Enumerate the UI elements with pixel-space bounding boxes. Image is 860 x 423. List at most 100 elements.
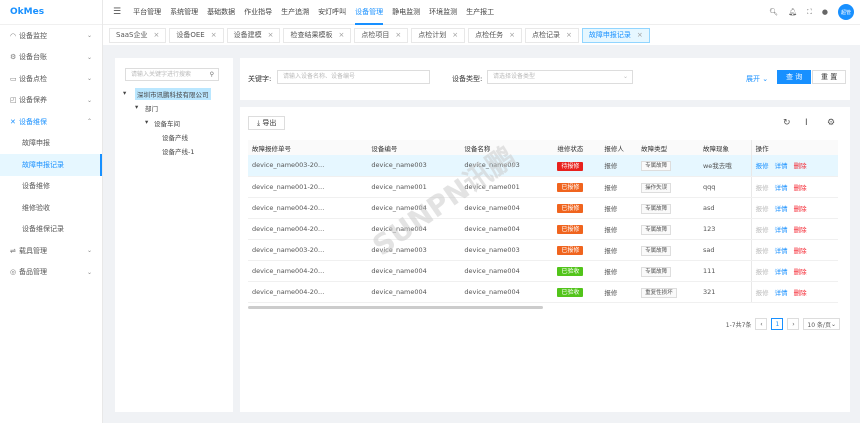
detail-link[interactable]: 详情 <box>775 247 788 255</box>
tab[interactable]: 点检任务 × <box>468 27 522 43</box>
top-nav-item[interactable]: 基础数据 <box>207 0 235 25</box>
report-link[interactable]: 报修 <box>756 289 769 297</box>
tab[interactable]: 设备OEE × <box>169 27 224 43</box>
table-row[interactable]: device_name003-20... device_name003 device… <box>248 155 838 177</box>
tab[interactable]: 点检记录 × <box>524 27 579 43</box>
menu-fold-icon[interactable]: ☰ <box>113 7 121 17</box>
tab[interactable]: 故障申报记录 × <box>581 27 650 43</box>
column-height-icon[interactable]: I <box>805 118 808 128</box>
delete-link[interactable]: 删除 <box>794 205 807 213</box>
close-icon[interactable]: × <box>509 31 515 39</box>
close-icon[interactable]: × <box>637 31 643 39</box>
top-nav-item[interactable]: 平台管理 <box>133 0 161 25</box>
detail-link[interactable]: 详情 <box>775 184 788 192</box>
sidebar-subitem[interactable]: 维修验收 <box>0 197 102 219</box>
search-icon[interactable]: 🔍︎ <box>769 8 778 16</box>
top-nav-item[interactable]: 生产报工 <box>466 0 494 25</box>
tree-node[interactable]: 设备产线 <box>162 132 188 142</box>
delete-link[interactable]: 删除 <box>794 184 807 192</box>
report-link[interactable]: 报修 <box>756 184 769 192</box>
close-icon[interactable]: × <box>395 31 401 39</box>
delete-link[interactable]: 删除 <box>794 226 807 234</box>
tab[interactable]: 点检项目 × <box>354 27 409 43</box>
sidebar-item[interactable]: ◰ 设备保养 ⌄ <box>0 90 102 112</box>
table-row[interactable]: device_name001-20... device_name001 device… <box>248 176 838 198</box>
report-link[interactable]: 报修 <box>756 247 769 255</box>
tree-toggle[interactable]: ▾ <box>135 103 138 111</box>
top-nav-item[interactable]: 作业指导 <box>244 0 272 25</box>
tab[interactable]: 检查结果模板 × <box>283 27 352 43</box>
tree-node[interactable]: 部门 <box>145 103 158 113</box>
close-icon[interactable]: × <box>566 31 572 39</box>
refresh-icon[interactable]: ↻ <box>783 118 791 128</box>
keyword-input[interactable]: 请输入设备名称、设备编号 <box>277 70 430 84</box>
query-button[interactable]: 查 询 <box>777 70 812 84</box>
close-icon[interactable]: × <box>452 31 458 39</box>
detail-link[interactable]: 详情 <box>775 289 788 297</box>
table-row[interactable]: device_name004-20... device_name004 device… <box>248 281 838 303</box>
top-nav-item[interactable]: 系统管理 <box>170 0 198 25</box>
globe-icon[interactable]: ● <box>822 8 828 16</box>
tree-search-input[interactable]: 请输入关键字进行搜索 ⚲ <box>125 68 219 81</box>
sidebar-item[interactable]: ▭ 设备点检 ⌄ <box>0 68 102 90</box>
sidebar-item[interactable]: ⚙ 设备台账 ⌄ <box>0 47 102 69</box>
report-link[interactable]: 报修 <box>756 268 769 276</box>
close-icon[interactable]: × <box>338 31 344 39</box>
table-row[interactable]: device_name004-20... device_name004 device… <box>248 260 838 282</box>
sidebar-subitem[interactable]: 故障申报记录 <box>0 154 102 176</box>
tree-node[interactable]: 设备产线-1 <box>162 146 194 156</box>
tree-node[interactable]: 深圳市讯鹏科技有限公司 <box>135 88 211 100</box>
top-nav-item[interactable]: 生产追溯 <box>281 0 309 25</box>
tab[interactable]: 点检计划 × <box>411 27 466 43</box>
prev-page-button[interactable]: ‹ <box>755 318 768 330</box>
tree-toggle[interactable]: ▾ <box>145 118 148 126</box>
sidebar-item[interactable]: ◎ 备品管理 ⌄ <box>0 262 102 284</box>
tree-node[interactable]: 设备车间 <box>154 118 180 128</box>
settings-icon[interactable]: ⚙ <box>827 118 835 128</box>
report-link[interactable]: 报修 <box>756 205 769 213</box>
delete-link[interactable]: 删除 <box>794 268 807 276</box>
top-nav-item[interactable]: 静电监测 <box>392 0 420 25</box>
sidebar-item[interactable]: ⇌ 载具管理 ⌄ <box>0 240 102 262</box>
bell-icon[interactable]: 🔔︎ <box>788 8 797 16</box>
tree-toggle[interactable]: ▾ <box>123 89 126 97</box>
detail-link[interactable]: 详情 <box>775 162 788 170</box>
delete-link[interactable]: 删除 <box>794 162 807 170</box>
close-icon[interactable]: × <box>153 31 159 39</box>
tab[interactable]: SaaS企业 × <box>109 27 167 43</box>
status-badge: 待报修 <box>557 161 584 171</box>
table-row[interactable]: device_name004-20... device_name004 device… <box>248 197 838 219</box>
sidebar-item[interactable]: ◠ 设备监控 ⌄ <box>0 25 102 47</box>
expand-toggle[interactable]: 展开 ⌄ <box>746 74 768 84</box>
sidebar-subitem[interactable]: 故障申报 <box>0 133 102 155</box>
report-link[interactable]: 报修 <box>756 162 769 170</box>
fullscreen-icon[interactable]: ⛶ <box>807 8 812 17</box>
top-nav-item[interactable]: 安灯呼叫 <box>318 0 346 25</box>
top-nav-item[interactable]: 环境监测 <box>429 0 457 25</box>
avatar[interactable]: 超管 <box>838 4 854 20</box>
page-size-value: 10 条/页 <box>807 321 831 329</box>
cell: 报修 <box>600 155 638 177</box>
tab[interactable]: 设备建模 × <box>226 27 281 43</box>
next-page-button[interactable]: › <box>787 318 800 330</box>
table-row[interactable]: device_name004-20... device_name004 device… <box>248 218 838 240</box>
detail-link[interactable]: 详情 <box>775 268 788 276</box>
delete-link[interactable]: 删除 <box>794 289 807 297</box>
sidebar-subitem[interactable]: 设备维保记录 <box>0 219 102 241</box>
device-type-select[interactable]: 请选择设备类型 ⌄ <box>487 70 633 84</box>
report-link[interactable]: 报修 <box>756 226 769 234</box>
delete-link[interactable]: 删除 <box>794 247 807 255</box>
top-nav-item[interactable]: 设备管理 <box>355 0 384 25</box>
horizontal-scrollbar[interactable] <box>248 306 543 309</box>
detail-link[interactable]: 详情 <box>775 226 788 234</box>
detail-link[interactable]: 详情 <box>775 205 788 213</box>
sidebar-subitem[interactable]: 设备维修 <box>0 176 102 198</box>
page-size-select[interactable]: 10 条/页 ⌄ <box>803 318 840 330</box>
reset-button[interactable]: 重 置 <box>812 70 847 84</box>
page-1-button[interactable]: 1 <box>771 318 784 330</box>
close-icon[interactable]: × <box>211 31 217 39</box>
export-button[interactable]: ⤓ 导出 <box>248 116 286 130</box>
sidebar-item[interactable]: ✕ 设备维保 ⌃ <box>0 111 102 133</box>
table-row[interactable]: device_name003-20... device_name003 device… <box>248 239 838 261</box>
close-icon[interactable]: × <box>268 31 274 39</box>
